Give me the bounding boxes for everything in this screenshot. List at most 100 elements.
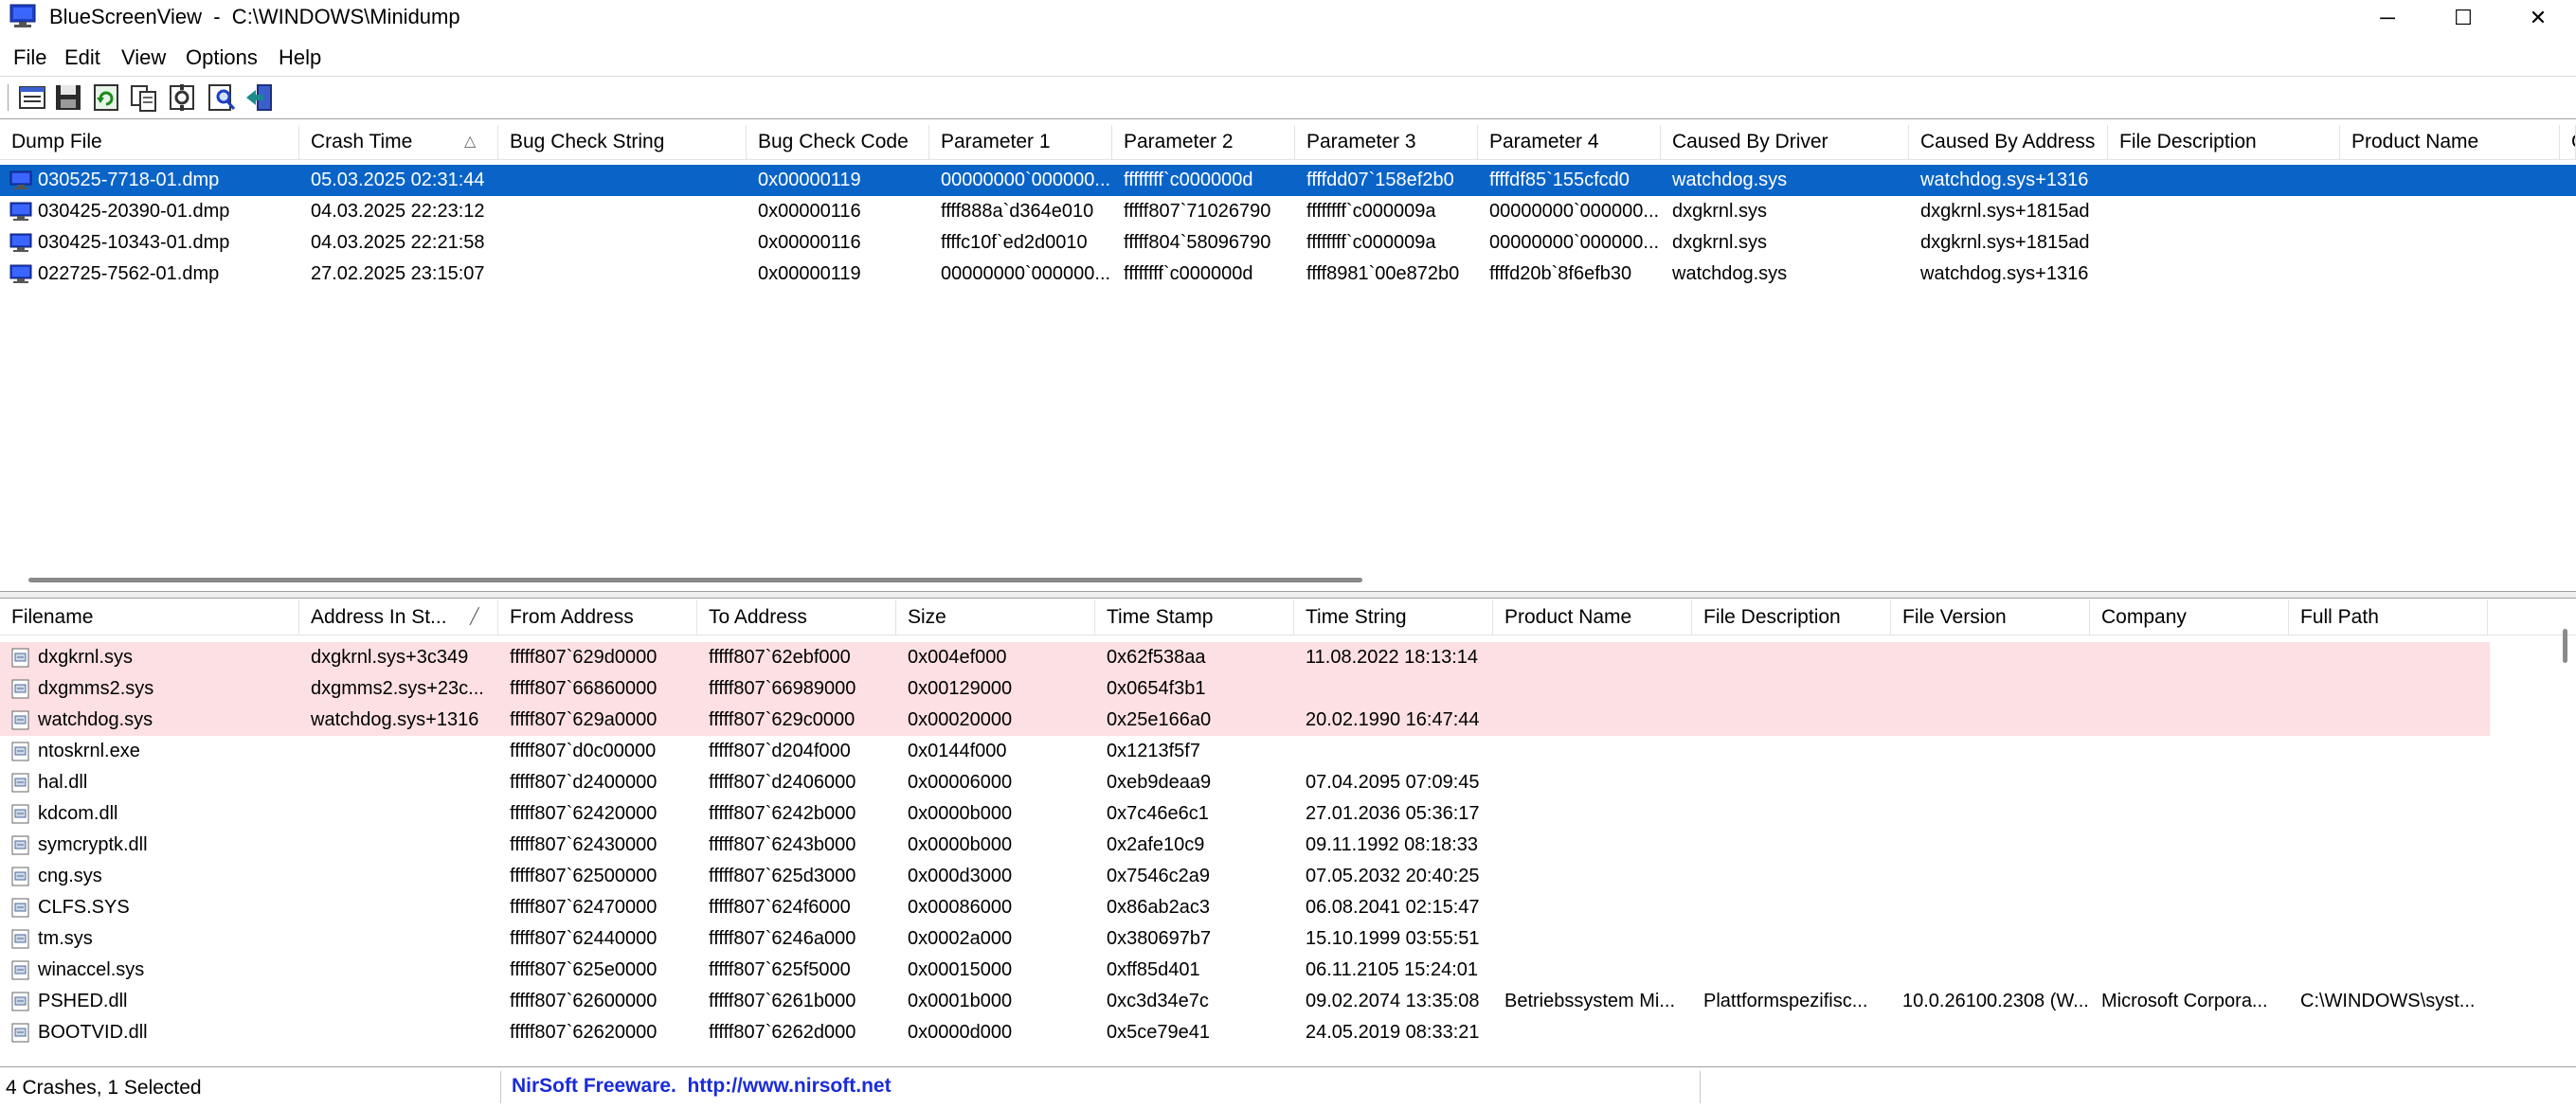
driver-col-product-name[interactable]: Product Name	[1493, 600, 1692, 635]
maximize-button[interactable]: ☐	[2425, 0, 2501, 36]
close-button[interactable]: ✕	[2500, 0, 2576, 36]
driver-cell-time-stamp: 0xff85d401	[1107, 959, 1200, 980]
menu-options[interactable]: Options	[186, 45, 258, 70]
crash-col-product-name[interactable]: Product Name	[2340, 125, 2560, 159]
driver-cell-full-path	[2289, 798, 2488, 830]
crash-cell-dump-file: 022725-7562-01.dmp	[38, 263, 220, 284]
driver-cell-size: 0x00020000	[908, 709, 1013, 730]
driver-row[interactable]: watchdog.sys watchdog.sys+1316 fffff807`62…	[0, 705, 2490, 736]
pane-splitter[interactable]	[0, 591, 2576, 599]
driver-cell-to-address: fffff807`6243b000	[709, 834, 856, 855]
driver-cell-to-address: fffff807`6262d000	[709, 1022, 856, 1043]
driver-row[interactable]: dxgkrnl.sys dxgkrnl.sys+3c349 fffff807`629…	[0, 642, 2490, 673]
status-bar: 4 Crashes, 1 Selected NirSoft Freeware. …	[0, 1066, 2576, 1109]
minimize-button[interactable]: ─	[2350, 0, 2425, 36]
crash-col-parameter-4[interactable]: Parameter 4	[1478, 125, 1661, 159]
driver-cell-from-address: fffff807`62440000	[510, 928, 658, 949]
driver-col-time-string[interactable]: Time String	[1294, 600, 1493, 635]
crash-col-file-description[interactable]: File Description	[2108, 125, 2340, 159]
crash-row[interactable]: 030525-7718-01.dmp 05.03.2025 02:31:44 0x0…	[0, 165, 2576, 196]
driver-cell-company	[2090, 1017, 2289, 1048]
nirsoft-link[interactable]: NirSoft Freeware. http://www.nirsoft.net	[512, 1075, 892, 1098]
crash-cell-parameter-1: ffff888a`d364e010	[941, 201, 1094, 222]
driver-cell-file-version	[1891, 798, 2090, 830]
driver-cell-to-address: fffff807`66989000	[709, 678, 856, 699]
driver-cell-to-address: fffff807`6242b000	[709, 803, 856, 824]
driver-cell-file-version: 10.0.26100.2308 (W...	[1902, 991, 2089, 1011]
menu-file[interactable]: File	[13, 45, 46, 70]
driver-cell-to-address: fffff807`62ebf000	[709, 647, 851, 668]
driver-col-time-stamp[interactable]: Time Stamp	[1095, 600, 1294, 635]
exit-icon[interactable]	[244, 82, 275, 113]
driver-cell-size: 0x0001b000	[908, 991, 1013, 1011]
save-icon[interactable]	[53, 82, 83, 113]
driver-cell-size: 0x0000b000	[908, 834, 1013, 855]
driver-cell-company	[2090, 830, 2289, 861]
crash-col-bug-check-code[interactable]: Bug Check Code	[747, 125, 929, 159]
driver-col-company[interactable]: Company	[2090, 600, 2289, 635]
find-icon[interactable]	[207, 82, 237, 113]
status-summary: 4 Crashes, 1 Selected	[6, 1077, 202, 1099]
settings-icon[interactable]	[167, 82, 197, 113]
driver-cell-filename: kdcom.dll	[38, 803, 118, 824]
driver-cell-size: 0x0000b000	[908, 803, 1013, 824]
crash-col-parameter-2[interactable]: Parameter 2	[1112, 125, 1295, 159]
crash-col-parameter-1[interactable]: Parameter 1	[929, 125, 1112, 159]
driver-cell-size: 0x0002a000	[908, 928, 1013, 949]
crash-col-parameter-3[interactable]: Parameter 3	[1295, 125, 1478, 159]
driver-cell-time-string: 07.05.2032 20:40:25	[1306, 866, 1480, 886]
minimize-icon: ─	[2380, 6, 2395, 29]
driver-cell-filename: winaccel.sys	[38, 959, 145, 980]
driver-cell-file-description	[1692, 955, 1891, 986]
driver-col-filename[interactable]: Filename	[0, 600, 299, 635]
crash-list[interactable]: Dump File Crash Time △ Bug Check String Bug …	[0, 125, 2576, 591]
driver-cell-time-string	[1294, 673, 1493, 705]
driver-cell-product-name	[1493, 892, 1692, 923]
crash-cell-file-description	[2108, 259, 2340, 290]
crash-cell-crash-time: 27.02.2025 23:15:07	[311, 263, 485, 284]
refresh-icon[interactable]	[91, 82, 121, 113]
driver-col-file-description[interactable]: File Description	[1692, 600, 1891, 635]
driver-row[interactable]: dxgmms2.sys dxgmms2.sys+23c... fffff807`66…	[0, 673, 2490, 705]
driver-cell-product-name	[1493, 642, 1692, 673]
crash-col-caused-by-driver[interactable]: Caused By Driver	[1661, 125, 1909, 159]
copy-icon[interactable]	[129, 82, 159, 113]
horizontal-scrollbar[interactable]	[28, 578, 1362, 582]
properties-icon[interactable]	[17, 82, 47, 113]
driver-cell-filename: dxgmms2.sys	[38, 678, 154, 699]
driver-cell-from-address: fffff807`62470000	[510, 897, 658, 918]
driver-col-size[interactable]: Size	[896, 600, 1095, 635]
driver-col-full-path[interactable]: Full Path	[2289, 600, 2488, 635]
driver-list[interactable]: Filename Address In St... ╱ From Address To …	[0, 600, 2576, 1066]
driver-col-from-address[interactable]: From Address	[498, 600, 697, 635]
driver-cell-time-stamp: 0xeb9deaa9	[1107, 772, 1212, 793]
driver-cell-to-address: fffff807`6246a000	[709, 928, 856, 949]
driver-cell-company	[2090, 642, 2289, 673]
driver-cell-company	[2090, 892, 2289, 923]
driver-cell-product-name: Betriebssystem Mi...	[1504, 991, 1676, 1011]
driver-col-to-address[interactable]: To Address	[697, 600, 896, 635]
crash-col-caused-by-address[interactable]: Caused By Address	[1909, 125, 2108, 159]
driver-cell-time-string	[1294, 736, 1493, 767]
driver-cell-full-path	[2289, 705, 2488, 736]
driver-cell-full-path	[2289, 736, 2488, 767]
crash-col-dump-file[interactable]: Dump File	[0, 125, 299, 159]
driver-cell-from-address: fffff807`66860000	[510, 678, 658, 699]
vertical-scrollbar[interactable]	[2563, 629, 2567, 663]
driver-cell-company	[2090, 923, 2289, 955]
driver-cell-address-in-st: dxgkrnl.sys+3c349	[311, 647, 469, 668]
driver-cell-company	[2090, 767, 2289, 798]
driver-cell-size: 0x00006000	[908, 772, 1013, 793]
driver-col-address-in-st[interactable]: Address In St...	[299, 600, 498, 635]
driver-col-file-version[interactable]: File Version	[1891, 600, 2090, 635]
crash-col-bug-check-string[interactable]: Bug Check String	[498, 125, 747, 159]
menu-view[interactable]: View	[121, 45, 166, 70]
driver-cell-file-version	[1891, 1017, 2090, 1048]
driver-cell-product-name	[1493, 673, 1692, 705]
menu-edit[interactable]: Edit	[64, 45, 100, 70]
crash-col-c[interactable]: C	[2560, 125, 2576, 159]
crash-cell-file-description	[2108, 227, 2340, 259]
driver-cell-from-address: fffff807`d0c00000	[510, 741, 657, 761]
crash-cell-dump-file: 030525-7718-01.dmp	[38, 170, 220, 190]
menu-help[interactable]: Help	[279, 45, 321, 70]
